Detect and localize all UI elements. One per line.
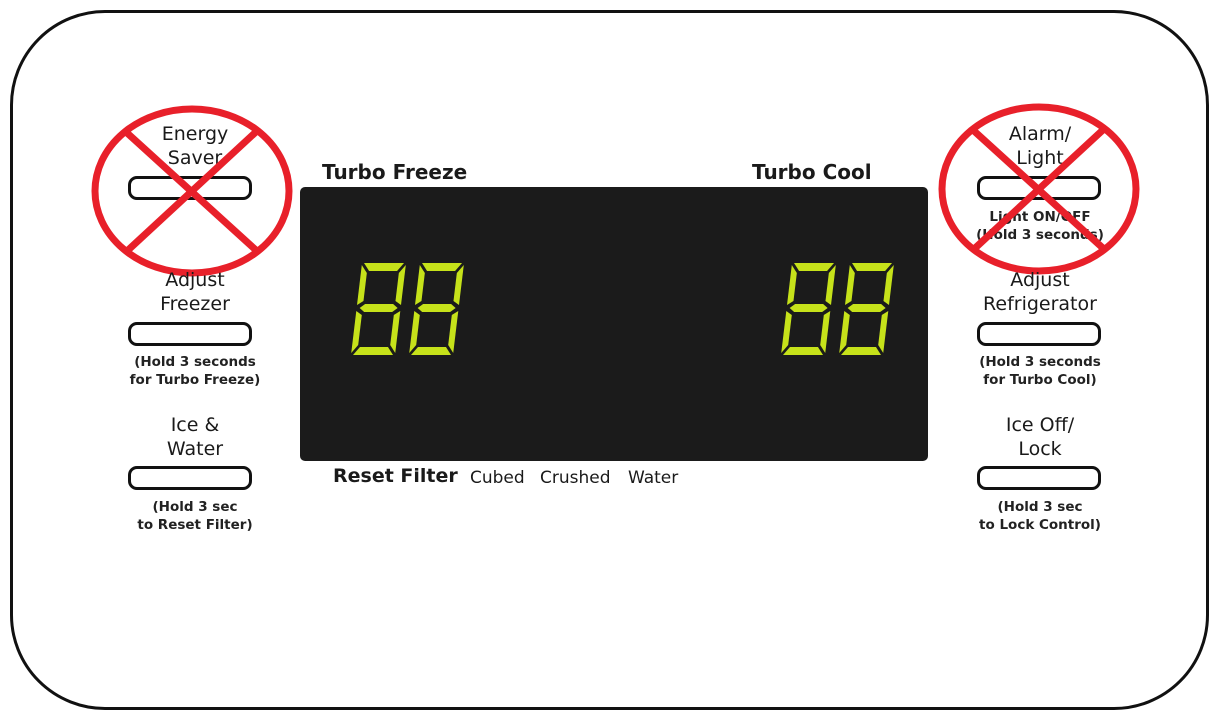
dispenser-option-crushed: Crushed xyxy=(540,468,611,488)
turbo-cool-label: Turbo Cool xyxy=(752,160,872,184)
adjust-refrigerator-label: Adjust Refrigerator xyxy=(983,269,1097,315)
digit-segment xyxy=(820,311,831,353)
adjust-refrigerator-note: (Hold 3 seconds for Turbo Cool) xyxy=(979,354,1101,388)
ice-off-lock-button[interactable] xyxy=(977,466,1101,490)
digit-segment xyxy=(781,311,792,353)
digit-segment xyxy=(847,304,886,312)
digit-segment xyxy=(789,304,828,312)
digit-segment xyxy=(364,263,405,271)
digit-segment xyxy=(878,311,889,353)
adjust-freezer-label: Adjust Freezer xyxy=(160,269,230,315)
ice-water-label: Ice & Water xyxy=(166,414,224,460)
digit-segment xyxy=(359,304,398,312)
digit-segment xyxy=(783,347,823,355)
digit-segment xyxy=(390,311,401,353)
ice-water-note: (Hold 3 sec to Reset Filter) xyxy=(137,499,253,533)
fridge-temperature-digits xyxy=(781,263,894,355)
digit-segment xyxy=(351,311,362,353)
digit-segment xyxy=(841,347,881,355)
digit-segment xyxy=(411,347,451,355)
digit-segment xyxy=(787,265,797,305)
digit-segment xyxy=(852,263,893,271)
digit-segment xyxy=(415,265,425,305)
digit-segment xyxy=(422,263,463,271)
ice-off-lock-label: Ice Off/ Lock xyxy=(1005,414,1075,460)
adjust-refrigerator-button[interactable] xyxy=(977,322,1101,346)
digit-segment xyxy=(839,311,850,353)
digit-segment xyxy=(448,311,459,353)
dispenser-option-cubed: Cubed xyxy=(470,468,525,488)
digit-segment xyxy=(794,263,835,271)
ice-off-lock-note: (Hold 3 sec to Lock Control) xyxy=(979,499,1101,533)
prohibited-icon xyxy=(91,105,293,277)
digit-segment xyxy=(357,265,367,305)
prohibited-icon xyxy=(938,103,1140,275)
digit-segment xyxy=(417,304,456,312)
digit-segment xyxy=(353,347,393,355)
adjust-freezer-button[interactable] xyxy=(128,322,252,346)
ice-water-button[interactable] xyxy=(128,466,252,490)
adjust-freezer-note: (Hold 3 seconds for Turbo Freeze) xyxy=(129,354,261,388)
dispenser-option-water: Water xyxy=(628,468,679,488)
reset-filter-label: Reset Filter xyxy=(333,465,458,487)
digit-segment xyxy=(409,311,420,353)
turbo-freeze-label: Turbo Freeze xyxy=(322,160,468,184)
freezer-temperature-digits xyxy=(351,263,464,355)
digit-segment xyxy=(845,265,855,305)
